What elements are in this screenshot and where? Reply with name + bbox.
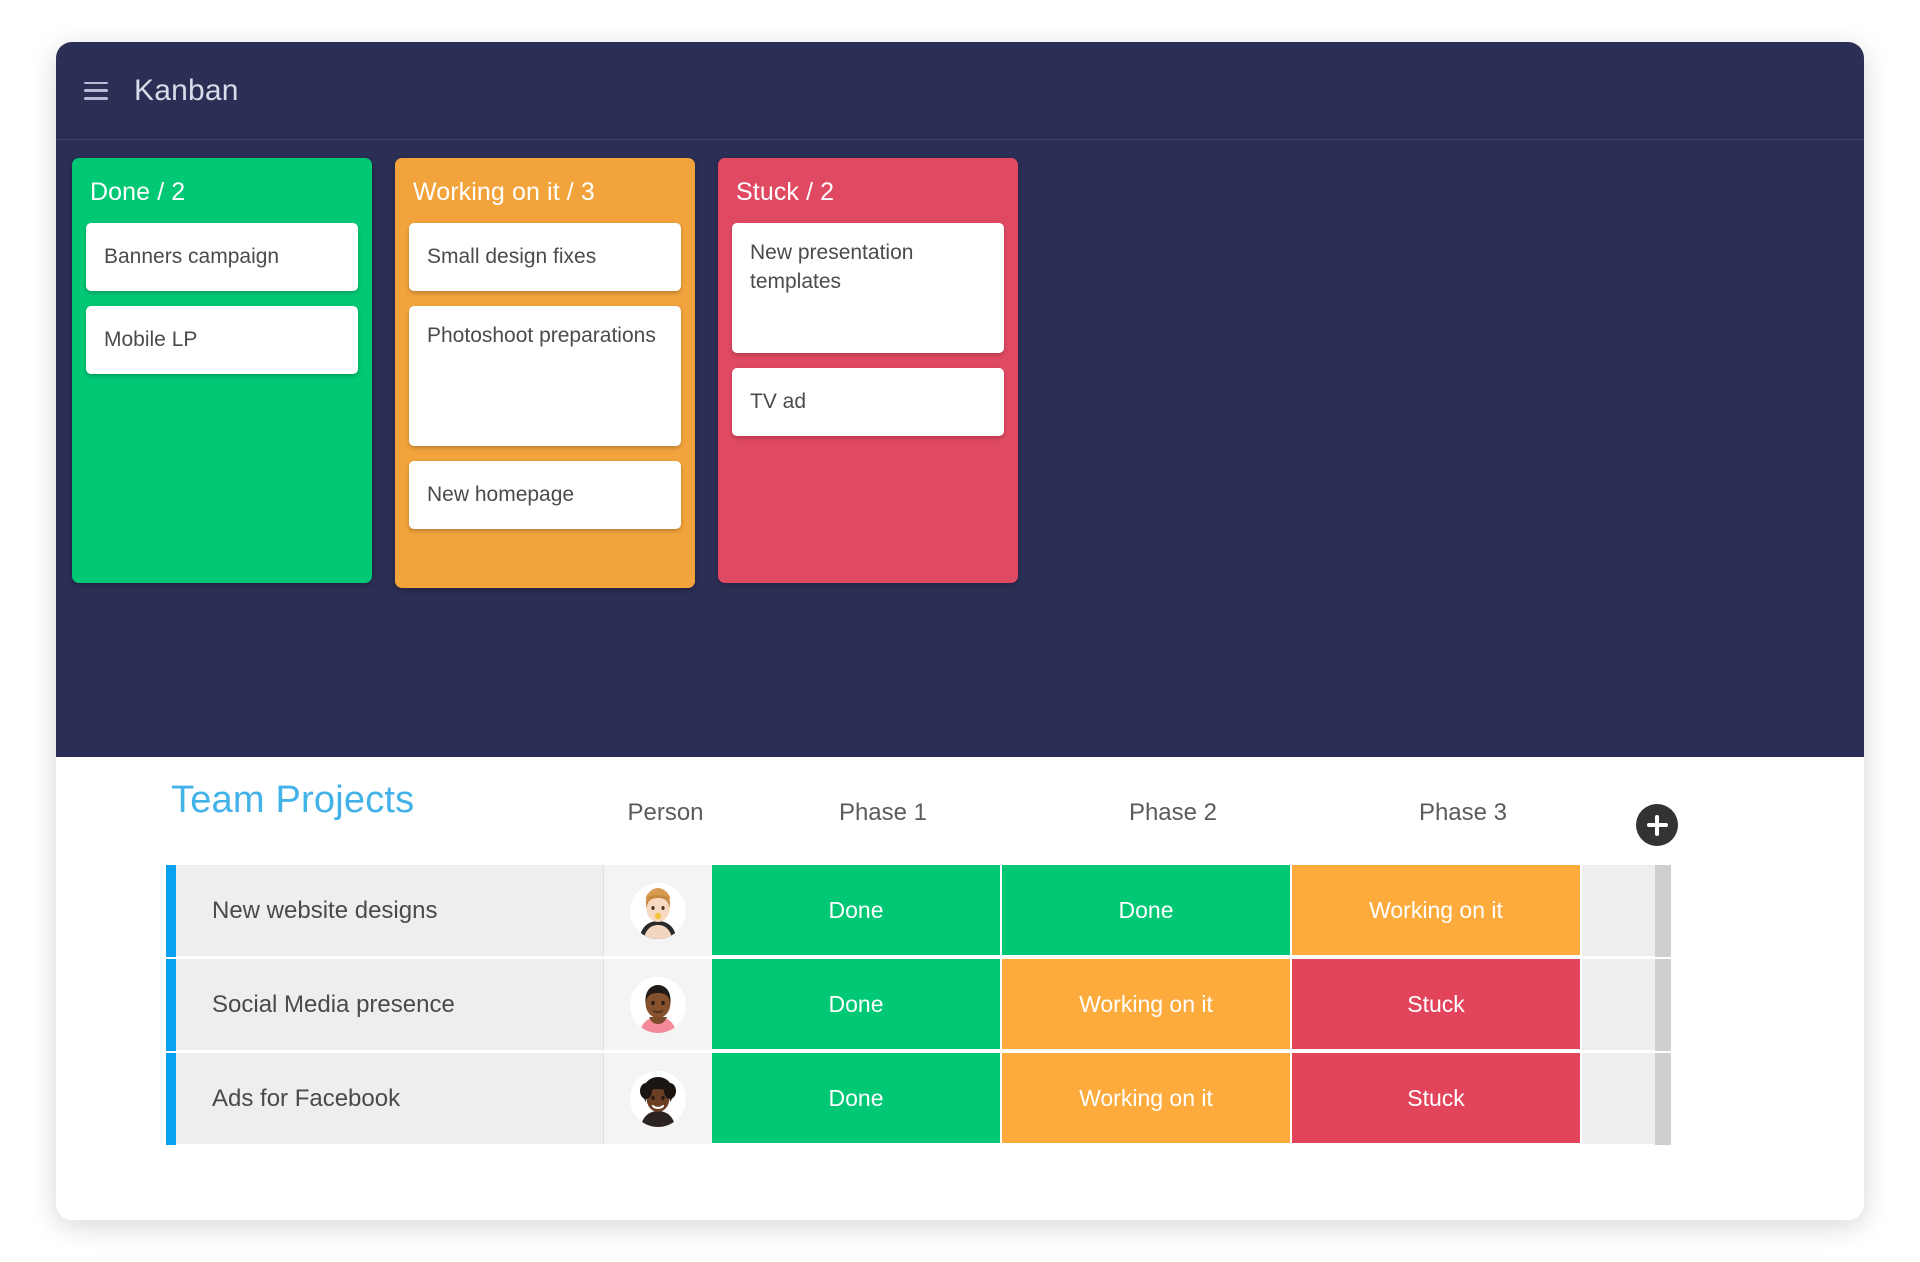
cell-status-phase-2[interactable]: Done — [1002, 865, 1292, 957]
kanban-column-title: Stuck / 2 — [736, 178, 835, 206]
cell-empty — [1582, 1053, 1655, 1145]
kanban-card[interactable]: New presentation templates — [732, 223, 1004, 353]
kanban-column-stuck[interactable]: Stuck / 2 New presentation templates TV … — [718, 158, 1018, 583]
kanban-columns: Done / 2 Banners campaign Mobile LP Work… — [72, 158, 1018, 588]
kanban-title: Kanban — [134, 73, 239, 107]
column-header-phase-3: Phase 3 — [1418, 799, 1508, 826]
kanban-card[interactable]: New homepage — [409, 461, 681, 529]
column-header-person: Person — [627, 799, 704, 826]
cell-status-phase-3[interactable]: Stuck — [1292, 959, 1582, 1051]
cell-status-phase-2[interactable]: Working on it — [1002, 959, 1292, 1051]
column-header-phase-1: Phase 1 — [838, 799, 928, 826]
cell-project-name[interactable]: Social Media presence — [176, 959, 603, 1051]
team-projects-panel: Team Projects Person Phase 1 Phase 2 Pha… — [56, 757, 1864, 1220]
cell-project-name[interactable]: New website designs — [176, 865, 603, 957]
avatar — [630, 976, 686, 1033]
row-group-accent — [166, 865, 176, 957]
avatar — [630, 882, 686, 939]
cell-person[interactable] — [603, 1053, 712, 1145]
kanban-column-title: Done / 2 — [90, 178, 186, 206]
cell-empty — [1582, 865, 1655, 957]
cell-project-name[interactable]: Ads for Facebook — [176, 1053, 603, 1145]
vertical-scrollbar[interactable] — [1655, 865, 1671, 957]
vertical-scrollbar[interactable] — [1655, 1053, 1671, 1145]
avatar — [630, 1070, 686, 1127]
cell-status-phase-1[interactable]: Done — [712, 865, 1002, 957]
cell-status-phase-2[interactable]: Working on it — [1002, 1053, 1292, 1145]
board-title: Team Projects — [171, 779, 415, 821]
table-row[interactable]: Ads for Facebook Done Working on it Stuc… — [166, 1053, 1726, 1145]
app-window: Kanban Done / 2 Banners campaign Mobile … — [56, 42, 1864, 1220]
projects-table: New website designs Done Done Working on… — [166, 865, 1726, 1147]
kanban-card[interactable]: TV ad — [732, 368, 1004, 436]
kanban-column-done[interactable]: Done / 2 Banners campaign Mobile LP — [72, 158, 372, 583]
kanban-column-working-on-it[interactable]: Working on it / 3 Small design fixes Pho… — [395, 158, 695, 588]
column-header-phase-2: Phase 2 — [1128, 799, 1218, 826]
kanban-column-title: Working on it / 3 — [413, 178, 595, 206]
cell-person[interactable] — [603, 865, 712, 957]
kanban-card[interactable]: Small design fixes — [409, 223, 681, 291]
cell-status-phase-3[interactable]: Working on it — [1292, 865, 1582, 957]
row-group-accent — [166, 1053, 176, 1145]
row-group-accent — [166, 959, 176, 1051]
kanban-toolbar: Kanban — [56, 42, 1864, 140]
kanban-panel: Kanban Done / 2 Banners campaign Mobile … — [56, 42, 1864, 757]
vertical-scrollbar[interactable] — [1655, 959, 1671, 1051]
cell-empty — [1582, 959, 1655, 1051]
kanban-card[interactable]: Mobile LP — [86, 306, 358, 374]
kanban-card[interactable]: Photoshoot preparations — [409, 306, 681, 446]
cell-person[interactable] — [603, 959, 712, 1051]
plus-icon — [1655, 814, 1659, 836]
table-row[interactable]: New website designs Done Done Working on… — [166, 865, 1726, 957]
cell-status-phase-1[interactable]: Done — [712, 1053, 1002, 1145]
cell-status-phase-1[interactable]: Done — [712, 959, 1002, 1051]
board-header: Team Projects Person Phase 1 Phase 2 Pha… — [56, 757, 1864, 865]
hamburger-menu-icon[interactable] — [84, 81, 108, 100]
add-column-button[interactable] — [1636, 804, 1678, 846]
table-row[interactable]: Social Media presence Done Working on it… — [166, 959, 1726, 1051]
cell-status-phase-3[interactable]: Stuck — [1292, 1053, 1582, 1145]
kanban-card[interactable]: Banners campaign — [86, 223, 358, 291]
